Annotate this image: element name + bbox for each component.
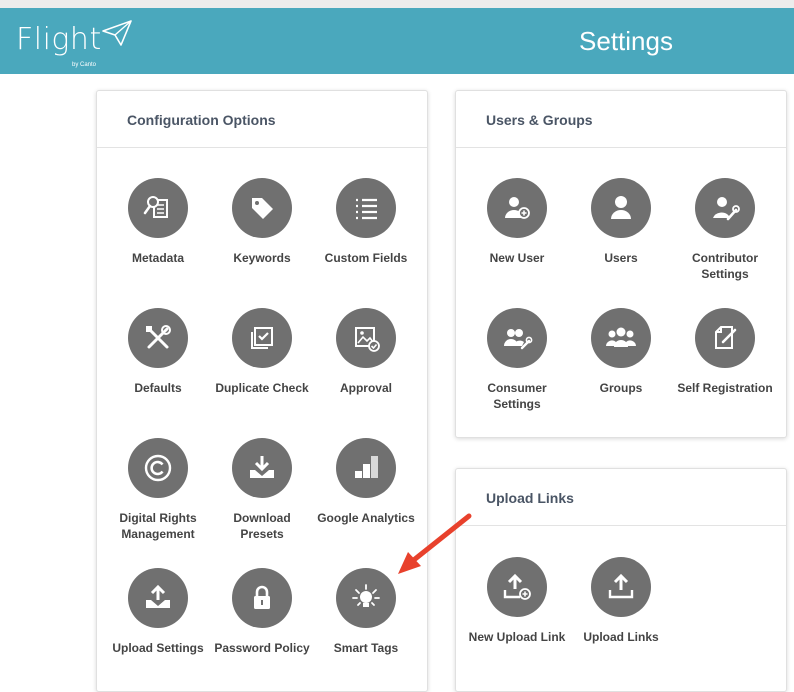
panel-title: Users & Groups — [486, 112, 593, 128]
tile-label: Custom Fields — [324, 251, 408, 265]
tile-label: Users — [604, 251, 638, 265]
user-wrench-icon — [695, 178, 755, 238]
tile-self-registration[interactable]: Self Registration — [673, 308, 777, 396]
tile-label: Groups — [599, 381, 643, 395]
tile-defaults[interactable]: Defaults — [106, 308, 210, 396]
image-check-icon — [336, 308, 396, 368]
tile-users[interactable]: Users — [569, 178, 673, 266]
add-user-icon — [487, 178, 547, 238]
tile-label: Upload Links — [583, 630, 659, 644]
upload-tray-icon — [128, 568, 188, 628]
tools-icon — [128, 308, 188, 368]
upload-icon — [591, 557, 651, 617]
tile-label: Download Presets — [233, 511, 291, 541]
tag-icon — [232, 178, 292, 238]
app-header: Flight by Canto Settings — [0, 8, 794, 74]
tile-consumer-settings[interactable]: Consumer Settings — [465, 308, 569, 412]
tile-new-user[interactable]: New User — [465, 178, 569, 266]
tile-label: Contributor Settings — [692, 251, 758, 281]
group-icon — [591, 308, 651, 368]
tile-label: Keywords — [233, 251, 291, 265]
logo-text: Flight — [16, 22, 102, 57]
tile-upload-settings[interactable]: Upload Settings — [106, 568, 210, 656]
upload-add-icon — [487, 557, 547, 617]
tile-approval[interactable]: Approval — [314, 308, 418, 396]
duplicate-check-icon — [232, 308, 292, 368]
tile-upload-links[interactable]: Upload Links — [569, 557, 673, 645]
tile-digital-rights-management[interactable]: Digital Rights Management — [106, 438, 210, 542]
users-wrench-icon — [487, 308, 547, 368]
tile-label: Duplicate Check — [215, 381, 309, 395]
list-icon — [336, 178, 396, 238]
tile-label: Upload Settings — [112, 641, 204, 655]
copyright-icon — [128, 438, 188, 498]
configuration-options-panel: Configuration Options Metadata Keywords … — [96, 90, 428, 692]
tile-custom-fields[interactable]: Custom Fields — [314, 178, 418, 266]
tile-label: Smart Tags — [333, 641, 399, 655]
tile-new-upload-link[interactable]: New Upload Link — [465, 557, 569, 645]
upload-links-panel: Upload Links New Upload Link Upload Link… — [455, 468, 787, 692]
annotation-arrow-icon — [398, 513, 472, 574]
tile-password-policy[interactable]: Password Policy — [210, 568, 314, 656]
panel-title: Upload Links — [486, 490, 574, 506]
lock-icon — [232, 568, 292, 628]
tile-label: New User — [489, 251, 545, 265]
divider — [456, 147, 786, 148]
edit-note-icon — [695, 308, 755, 368]
tile-label: Self Registration — [677, 381, 773, 395]
tile-contributor-settings[interactable]: Contributor Settings — [673, 178, 777, 282]
analytics-icon — [336, 438, 396, 498]
page-title: Settings — [579, 26, 673, 56]
user-icon — [591, 178, 651, 238]
tile-metadata[interactable]: Metadata — [106, 178, 210, 266]
tile-label: New Upload Link — [468, 630, 566, 644]
paper-plane-icon — [102, 20, 132, 46]
tile-download-presets[interactable]: Download Presets — [210, 438, 314, 542]
users-groups-panel: Users & Groups New User Users Contributo… — [455, 90, 787, 438]
metadata-icon — [128, 178, 188, 238]
divider — [456, 525, 786, 526]
panel-title: Configuration Options — [127, 112, 276, 128]
tile-label: Password Policy — [214, 641, 310, 655]
tile-duplicate-check[interactable]: Duplicate Check — [210, 308, 314, 396]
tile-label: Metadata — [131, 251, 184, 265]
tile-label: Approval — [339, 381, 392, 395]
tile-label: Defaults — [134, 381, 182, 395]
download-tray-icon — [232, 438, 292, 498]
logo-subtitle: by Canto — [72, 62, 97, 68]
divider — [97, 147, 427, 148]
tile-label: Consumer Settings — [487, 381, 547, 411]
tile-groups[interactable]: Groups — [569, 308, 673, 396]
tile-label: Digital Rights Management — [119, 511, 197, 541]
tile-keywords[interactable]: Keywords — [210, 178, 314, 266]
